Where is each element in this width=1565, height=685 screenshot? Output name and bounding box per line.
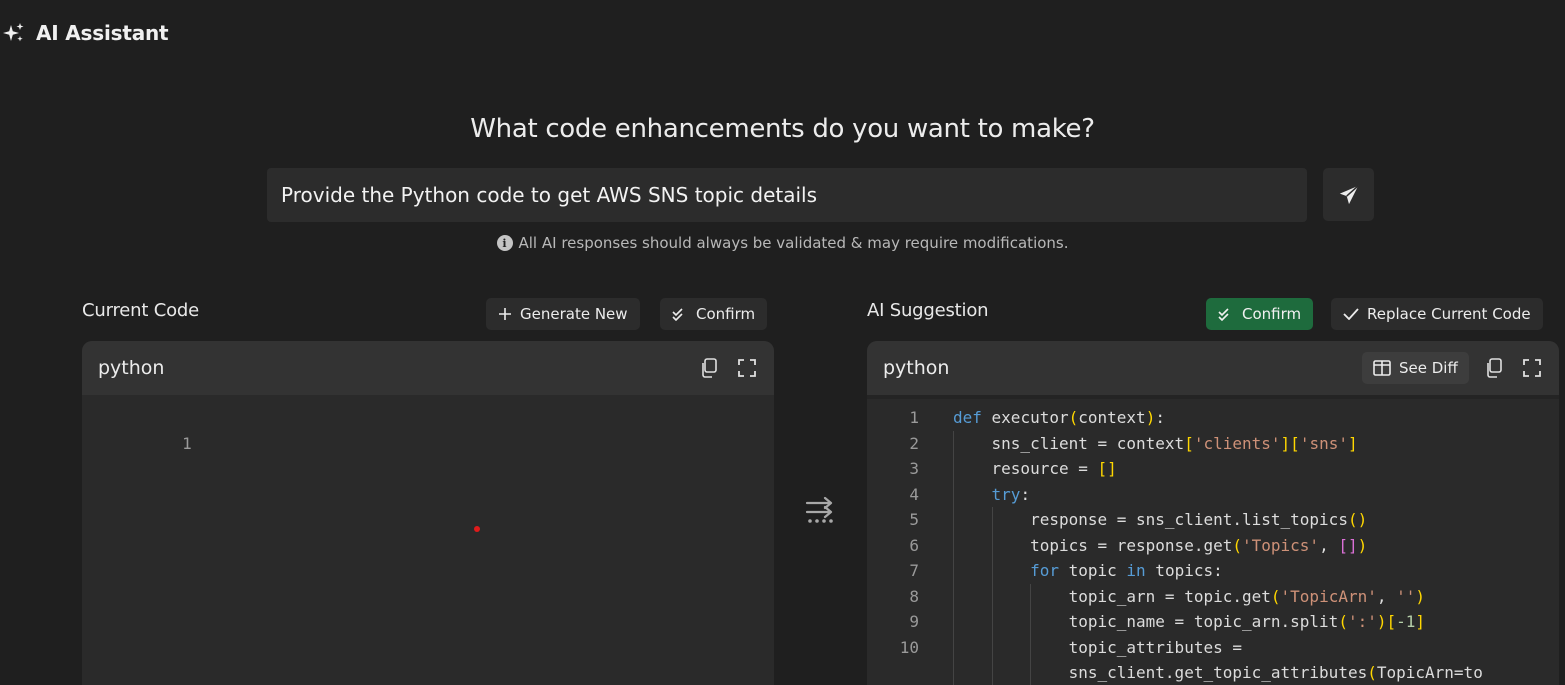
cursor-dot [474,526,480,532]
indent-guide [991,532,993,558]
disclaimer-text: All AI responses should always be valida… [518,234,1069,252]
indent-guide [1030,634,1032,660]
line-number: 10 [899,637,919,657]
line-number: 5 [909,510,919,529]
sparkle-icon [3,23,24,42]
indent-guide [953,634,954,660]
code-text: for topic in topics: [1030,561,1223,580]
disclaimer: i All AI responses should always be vali… [0,234,1565,252]
ai-suggestion-title: AI Suggestion [867,300,989,321]
swap-arrow-icon [805,496,833,523]
current-code-language: python [98,357,165,379]
code-text: topic_arn = topic.get('TopicArn', '') [953,586,1426,606]
double-check-icon [672,308,683,321]
line-number: 1 [909,408,919,427]
copy-icon[interactable] [1483,357,1505,379]
line-number: 7 [909,561,919,580]
app-header: AI Assistant [0,18,169,48]
code-text: def executor(context): [953,408,1165,427]
ai-suggestion-editor[interactable]: 1 def executor(context): 2 sns_client = co… [867,395,1559,685]
indent-guide [953,430,954,456]
split-view-icon [1373,360,1391,376]
fullscreen-icon[interactable] [1521,357,1543,379]
code-line: 2 sns_client = context['clients']['sns'] [867,430,1559,456]
generate-new-button[interactable]: Generate New [486,298,640,330]
replace-current-code-button[interactable]: Replace Current Code [1331,298,1543,330]
ai-confirm-button[interactable]: Confirm [1206,298,1314,330]
indent-guide [991,558,993,584]
code-text: response = sns_client.list_topics() [953,510,1368,529]
indent-guide [1030,660,1032,685]
code-line: 5 response = sns_client.list_topics() [867,507,1559,533]
app-title: AI Assistant [36,21,169,45]
see-diff-label: See Diff [1399,359,1458,377]
indent-guide [1030,609,1032,635]
code-line: 7 for topic in topics: [867,558,1559,584]
see-diff-button[interactable]: See Diff [1362,352,1469,384]
indent-guide [953,456,954,482]
fullscreen-icon[interactable] [736,357,758,379]
indent-guide [953,507,954,533]
code-text: topic_attributes = [953,637,1242,657]
prompt-input[interactable] [267,168,1307,222]
indent-guide [953,558,954,584]
indent-guide [953,660,954,685]
replace-current-code-label: Replace Current Code [1367,305,1531,323]
ai-suggestion-language: python [883,357,950,379]
code-text: try: [991,484,1031,504]
code-line: 1 [82,405,774,453]
code-line: 4 try: [867,481,1559,507]
info-icon: i [496,235,513,251]
line-number: 3 [909,459,919,478]
indent-guide [953,481,954,507]
send-icon [1339,184,1359,204]
line-number: 2 [909,433,919,453]
current-confirm-label: Confirm [696,305,756,323]
code-line: sns_client.get_topic_attributes(TopicArn… [867,660,1559,685]
indent-guide [953,609,954,635]
plus-icon [499,308,511,320]
code-text: sns_client.get_topic_attributes(TopicArn… [953,663,1483,682]
code-text: sns_client = context['clients']['sns'] [953,433,1358,453]
line-number: 9 [909,612,919,631]
ai-suggestion-panel: python See Diff 1 def executor(context): 2… [867,341,1559,685]
indent-guide [991,634,993,660]
indent-guide [1030,583,1032,609]
current-code-title: Current Code [82,300,200,321]
indent-guide [991,583,993,609]
copy-icon[interactable] [698,357,720,379]
code-text: resource = [] [953,459,1117,478]
ai-suggestion-panel-header: python See Diff [867,341,1559,395]
check-icon [1343,308,1359,320]
line-number: 8 [909,586,919,606]
code-line: 10 topic_attributes = [867,634,1559,660]
current-code-editor[interactable]: 1 [82,395,774,685]
indent-guide [991,660,993,685]
code-line: 8 topic_arn = topic.get('TopicArn', '') [867,583,1559,609]
current-confirm-button[interactable]: Confirm [660,298,768,330]
code-line: 1 def executor(context): [867,405,1559,431]
indent-guide [953,583,954,609]
code-line: 9 topic_name = topic_arn.split(':')[-1] [867,609,1559,635]
send-button[interactable] [1323,168,1374,221]
current-code-panel: python 1 [82,341,774,685]
line-number: 4 [909,484,919,504]
line-number: 6 [909,535,919,555]
prompt-heading: What code enhancements do you want to ma… [470,114,1095,144]
ai-confirm-label: Confirm [1242,305,1302,323]
current-code-panel-header: python [82,341,774,395]
indent-guide [991,507,993,533]
code-text: topics = response.get('Topics', []) [953,535,1368,555]
line-number: 1 [182,433,192,453]
code-line: 6 topics = response.get('Topics', []) [867,532,1559,558]
code-line: 3 resource = [] [867,456,1559,482]
code-text: topic_name = topic_arn.split(':')[-1] [953,612,1426,631]
indent-guide [953,532,954,558]
double-check-icon [1218,308,1229,321]
indent-guide [991,609,993,635]
generate-new-label: Generate New [520,305,628,323]
